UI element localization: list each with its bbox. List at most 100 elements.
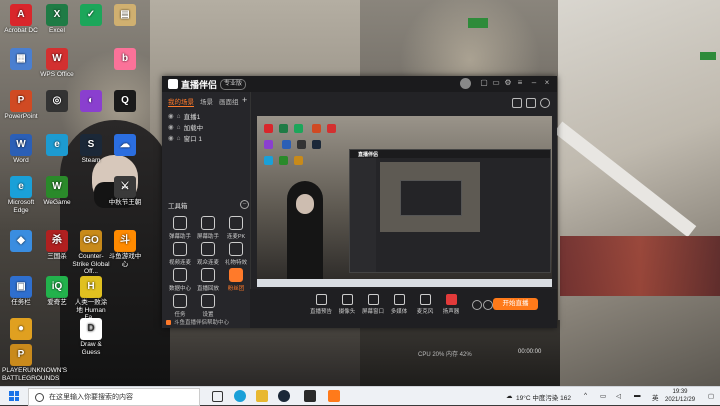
- live-companion-taskbar-icon[interactable]: [328, 390, 340, 402]
- scene-item[interactable]: ◉ ⌂ 直播1: [168, 111, 200, 122]
- tool-danmu[interactable]: 弹幕助手: [168, 216, 192, 240]
- menu-icon[interactable]: ≡: [516, 79, 524, 87]
- desktop-icon[interactable]: W Word: [2, 134, 40, 165]
- desktop-icon[interactable]: ▣ 任务栏: [2, 276, 40, 307]
- tool-task[interactable]: 任务: [168, 294, 192, 318]
- mic-button[interactable]: 麦克风: [412, 294, 438, 315]
- tool-fans[interactable]: 粉丝团: [224, 268, 248, 292]
- weather-status[interactable]: 19°C 中度污染 162: [516, 392, 571, 402]
- lock-icon[interactable]: ⌂: [177, 124, 181, 131]
- desktop-icon[interactable]: b: [106, 48, 144, 71]
- desktop-icon[interactable]: Q: [106, 90, 144, 113]
- desktop-icon[interactable]: X Excel: [38, 4, 76, 35]
- avatar[interactable]: [460, 78, 471, 89]
- input-language[interactable]: 英: [652, 392, 659, 402]
- eye-icon[interactable]: ◉: [168, 134, 174, 142]
- desktop-icon[interactable]: P PLAYERUNKNOWN'S BATTLEGROUNDS: [2, 344, 67, 382]
- app-taskbar-icon[interactable]: [304, 390, 316, 402]
- desktop-icon[interactable]: 杀三国杀: [38, 230, 76, 261]
- desktop-icon[interactable]: P PowerPoint: [2, 90, 40, 121]
- desktop-icon[interactable]: H人类一败涂地 Human Fa...: [72, 276, 110, 322]
- help-center-link[interactable]: 斗鱼直播伴侣帮助中心: [166, 318, 229, 326]
- desktop-icon[interactable]: W WeGame: [38, 176, 76, 207]
- network-icon[interactable]: ▭: [600, 392, 606, 400]
- tool-screen[interactable]: 屏幕助手: [196, 216, 220, 240]
- version-badge[interactable]: 专业版: [220, 79, 247, 90]
- desktop-icon[interactable]: A Acrobat DC: [2, 4, 40, 35]
- file-explorer-icon[interactable]: [256, 390, 268, 402]
- tool-video[interactable]: 视频连麦: [168, 242, 192, 266]
- desktop-icon[interactable]: ◎: [38, 90, 76, 113]
- desktop-icon[interactable]: 斗斗鱼游戏中心: [106, 230, 144, 268]
- tool-replay[interactable]: 直播回放: [196, 268, 220, 292]
- desktop-icon[interactable]: e: [38, 134, 76, 157]
- lock-icon[interactable]: ⌂: [177, 113, 181, 120]
- notification-icon[interactable]: ▢: [708, 392, 714, 400]
- lock-icon[interactable]: ⌂: [177, 135, 181, 142]
- desktop-icon[interactable]: ✓: [72, 4, 110, 27]
- desktop-icon[interactable]: W WPS Office: [38, 48, 76, 79]
- volume-icon[interactable]: ◁: [616, 392, 621, 400]
- message-icon[interactable]: ▭: [492, 79, 500, 87]
- settings-gear-icon[interactable]: [483, 300, 493, 310]
- tool-pk[interactable]: 连麦PK: [224, 216, 248, 240]
- eye-icon[interactable]: ◉: [168, 123, 174, 131]
- taskbar-clock[interactable]: 19:39 2021/12/29: [665, 388, 695, 404]
- start-live-button[interactable]: 开始直播: [493, 298, 538, 310]
- window-button[interactable]: 屏幕窗口: [360, 294, 386, 315]
- bilibili-icon: b: [114, 48, 136, 70]
- desktop-icon[interactable]: ▤: [106, 4, 144, 27]
- share-icon[interactable]: [540, 98, 550, 108]
- desktop-icon[interactable]: ☁: [106, 134, 144, 157]
- tab-scenes[interactable]: 场景: [200, 96, 213, 107]
- desktop-icon[interactable]: GO Counter-Strike Global Off...: [72, 230, 110, 276]
- edge-taskbar-icon[interactable]: [234, 390, 246, 402]
- desktop-icon[interactable]: ◐: [72, 90, 110, 113]
- preview-nested-window: 直播伴侣: [349, 149, 551, 273]
- minimize-icon[interactable]: –: [530, 79, 538, 87]
- settings-icon[interactable]: ⚙: [504, 79, 512, 87]
- tab-groups[interactable]: 画面组: [219, 96, 239, 107]
- tool-gift[interactable]: 礼物特效: [224, 242, 248, 266]
- desktop-icon[interactable]: ⚔ 中秋节王朝: [106, 176, 144, 207]
- fans-icon: [229, 268, 243, 282]
- scene-item[interactable]: ◉ ⌂ 窗口 1: [168, 133, 203, 144]
- scene-item[interactable]: ◉ ⌂ 加载中: [168, 122, 203, 133]
- desktop-icon[interactable]: D Draw & Guess: [72, 318, 110, 356]
- desktop-icon[interactable]: S Steam: [72, 134, 110, 165]
- preview-button[interactable]: 直播预告: [308, 294, 334, 315]
- eye-icon[interactable]: ◉: [168, 112, 174, 120]
- desktop-icon[interactable]: ◆: [2, 230, 40, 253]
- camera-button[interactable]: 摄像头: [334, 294, 360, 315]
- close-icon[interactable]: ×: [543, 79, 551, 87]
- taskbar-search-box[interactable]: 在这里输入你要搜索的内容: [28, 388, 200, 406]
- tool-settings[interactable]: 设置: [196, 294, 220, 318]
- speaker-button[interactable]: 扬声器: [438, 294, 464, 315]
- collapse-toolbox-icon[interactable]: –: [240, 200, 249, 209]
- effects-icon[interactable]: [472, 300, 482, 310]
- add-scene-button[interactable]: +: [242, 95, 247, 105]
- tab-my-scenes[interactable]: 我的场景: [168, 96, 194, 107]
- layout-icon[interactable]: [512, 98, 522, 108]
- desktop-icon[interactable]: e Microsoft Edge: [2, 176, 40, 214]
- weather-icon[interactable]: ☁: [506, 392, 513, 400]
- scene-label: 窗口 1: [183, 136, 203, 143]
- title-bar[interactable]: 直播伴侣 专业版 ▢ ▭ ⚙ ≡ – ×: [162, 76, 557, 92]
- windows-start-icon[interactable]: [9, 391, 19, 401]
- qq-icon: Q: [114, 90, 136, 112]
- battery-icon[interactable]: ▬: [634, 392, 641, 399]
- tool-data[interactable]: 数据中心: [168, 268, 192, 292]
- task-view-icon[interactable]: [212, 391, 223, 402]
- steam-taskbar-icon[interactable]: [278, 390, 290, 402]
- desktop-icon[interactable]: iQ 爱奇艺: [38, 276, 76, 307]
- tool-audience[interactable]: 观众连麦: [196, 242, 220, 266]
- media-button[interactable]: 多媒体: [386, 294, 412, 315]
- desktop-icon[interactable]: ▦: [2, 48, 40, 71]
- desktop-icon-label: 任务栏: [11, 299, 31, 306]
- tray-overflow-icon[interactable]: ^: [584, 392, 587, 399]
- desktop-icon[interactable]: ●: [2, 318, 40, 341]
- skin-icon[interactable]: ▢: [480, 79, 488, 87]
- live-preview[interactable]: 直播伴侣: [257, 116, 552, 287]
- delete-icon[interactable]: [526, 98, 536, 108]
- tool-label: 弹幕助手: [168, 234, 191, 240]
